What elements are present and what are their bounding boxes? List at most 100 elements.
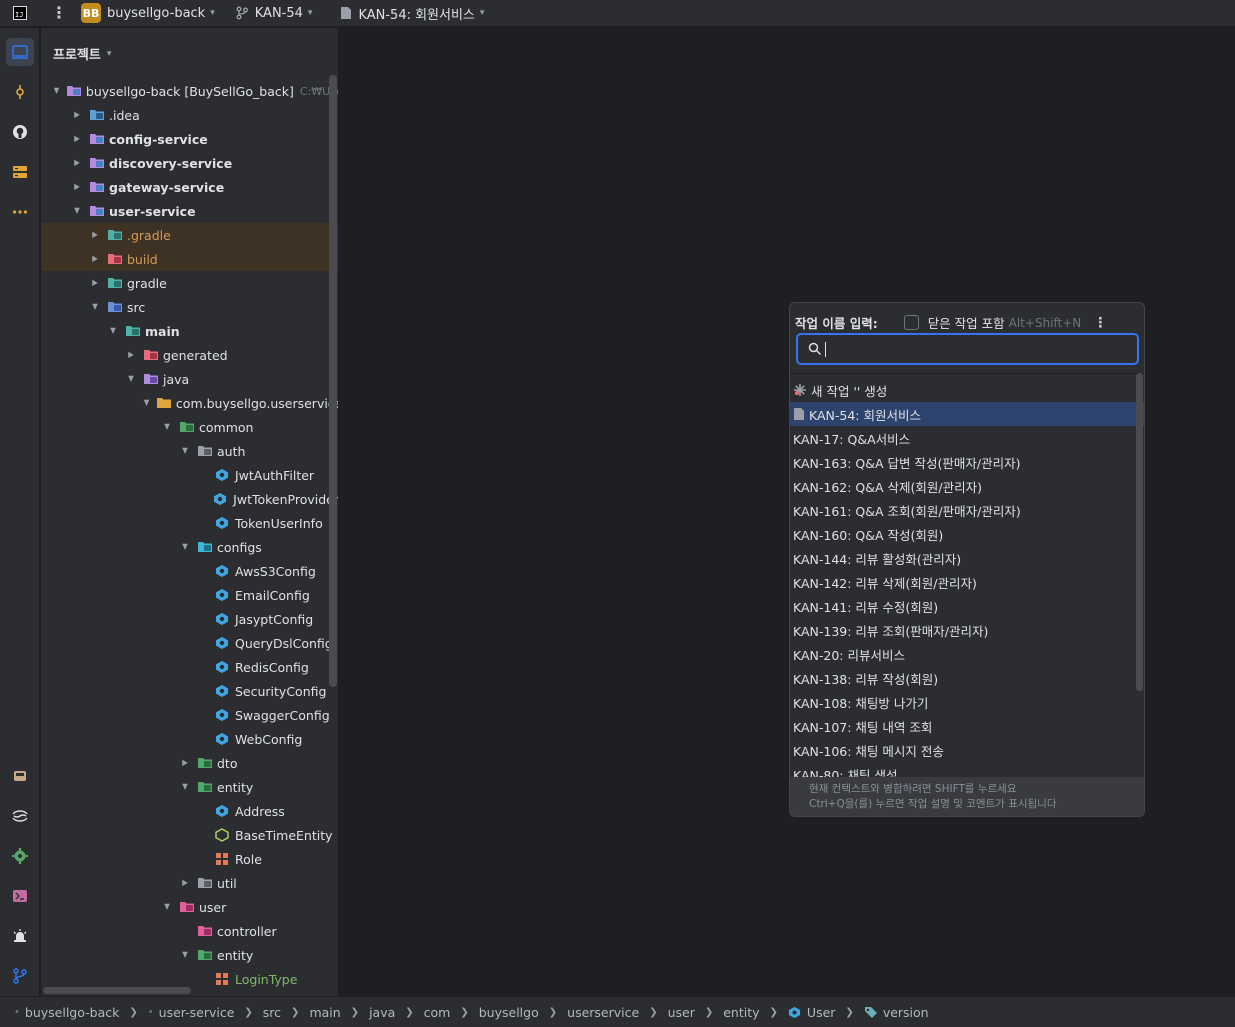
tree-node[interactable]: ▼ entity [41,775,338,799]
tree-node[interactable]: ▶ util [41,871,338,895]
task-list-item[interactable]: KAN-20: 리뷰서비스 [790,642,1144,666]
tree-node[interactable]: ▶ .idea [41,103,338,127]
tree-node[interactable]: ▼ main [41,319,338,343]
project-vertical-scrollbar[interactable] [329,75,337,687]
breadcrumb-item[interactable]: main [309,1005,340,1020]
tree-node[interactable]: controller [41,919,338,943]
problems-tool-icon[interactable] [6,922,34,950]
project-horizontal-scrollbar[interactable] [43,987,191,994]
task-list-item[interactable]: KAN-161: Q&A 조회(회원/판매자/관리자) [790,498,1144,522]
breadcrumb-item[interactable]: com [424,1005,451,1020]
breadcrumb-item[interactable]: entity [723,1005,759,1020]
task-list-item[interactable]: 새 작업 '' 생성 [790,378,1144,402]
breadcrumb-item[interactable]: version [864,1005,929,1020]
chevron-right-icon[interactable]: ▶ [126,351,136,360]
breadcrumb-item[interactable]: • user-service [148,1005,235,1020]
chevron-right-icon[interactable]: ▶ [180,759,190,768]
endpoints-tool-icon[interactable] [6,802,34,830]
task-list-item[interactable]: KAN-106: 채팅 메시지 전송 [790,738,1144,762]
chevron-down-icon[interactable]: ▼ [72,207,82,216]
task-list-item[interactable]: KAN-138: 리뷰 작성(회원) [790,666,1144,690]
services-tool-icon[interactable] [6,158,34,186]
task-list-item[interactable]: KAN-108: 채팅방 나가기 [790,690,1144,714]
tree-node[interactable]: SecurityConfig [41,679,338,703]
task-search-input[interactable] [796,333,1139,365]
task-list-item[interactable]: KAN-107: 채팅 내역 조회 [790,714,1144,738]
chevron-right-icon[interactable]: ▶ [72,135,82,144]
chevron-down-icon[interactable]: ▼ [162,423,172,432]
include-closed-checkbox[interactable] [903,315,919,330]
task-list-item[interactable]: KAN-144: 리뷰 활성화(관리자) [790,546,1144,570]
chevron-right-icon[interactable]: ▶ [90,279,100,288]
project-tool-icon[interactable] [6,38,34,66]
tree-node[interactable]: ▶ build [41,247,338,271]
git-tool-icon[interactable] [6,962,34,990]
task-list-item[interactable]: KAN-139: 리뷰 조회(판매자/관리자) [790,618,1144,642]
task-list-item[interactable]: KAN-17: Q&A서비스 [790,426,1144,450]
tree-node[interactable]: ▼buysellgo-back [BuySellGo_back]C:₩Users… [41,79,338,103]
task-list-scrollbar[interactable] [1136,373,1143,691]
tree-node[interactable]: TokenUserInfo [41,511,338,535]
chevron-down-icon[interactable]: ▼ [162,903,172,912]
chevron-right-icon[interactable]: ▶ [90,255,100,264]
tree-node[interactable]: ▼ entity [41,943,338,967]
breadcrumb-item[interactable]: User [788,1005,835,1020]
terminal-tool-icon[interactable] [6,882,34,910]
chevron-down-icon[interactable]: ▼ [144,399,150,408]
tree-node[interactable]: ▶ gradle [41,271,338,295]
chevron-down-icon[interactable]: ▼ [108,327,118,336]
task-list-item[interactable]: KAN-163: Q&A 답변 작성(판매자/관리자) [790,450,1144,474]
tree-node[interactable]: ▼ user-service [41,199,338,223]
tree-node[interactable]: JwtAuthFilter [41,463,338,487]
tree-node[interactable]: EmailConfig [41,583,338,607]
task-switcher[interactable]: KAN-54: 회원서비스 ▾ [340,4,484,23]
chevron-down-icon[interactable]: ▼ [180,783,190,792]
tree-node[interactable]: JwtTokenProvider [41,487,338,511]
chevron-right-icon[interactable]: ▶ [90,231,100,240]
task-list-item[interactable]: KAN-54: 회원서비스 [790,402,1144,426]
chevron-right-icon[interactable]: ▶ [180,879,190,888]
tree-node[interactable]: ▼ configs [41,535,338,559]
task-list-item[interactable]: KAN-162: Q&A 삭제(회원/관리자) [790,474,1144,498]
task-list-item[interactable]: KAN-80: 채팅 생성 [790,762,1144,778]
tree-node[interactable]: ▶ gateway-service [41,175,338,199]
database-tool-icon[interactable] [6,762,34,790]
more-tools-icon[interactable] [6,198,34,226]
tree-node[interactable]: ▼ common [41,415,338,439]
branch-switcher[interactable]: KAN-54 ▾ [235,6,312,21]
chevron-down-icon[interactable]: ▼ [180,447,190,456]
tree-node[interactable]: ▶ discovery-service [41,151,338,175]
task-list-item[interactable]: KAN-160: Q&A 작성(회원) [790,522,1144,546]
tree-node[interactable]: SwaggerConfig [41,703,338,727]
tree-node[interactable]: ▶ dto [41,751,338,775]
tree-node[interactable]: ▼ auth [41,439,338,463]
task-list-item[interactable]: KAN-141: 리뷰 수정(회원) [790,594,1144,618]
tree-node[interactable]: Address [41,799,338,823]
chevron-right-icon[interactable]: ▶ [72,159,82,168]
main-menu-icon[interactable]: ⋮ [51,5,67,21]
include-closed-label[interactable]: 닫은 작업 포함 [928,313,1005,332]
task-list-item[interactable]: KAN-142: 리뷰 삭제(회원/관리자) [790,570,1144,594]
chevron-right-icon[interactable]: ▶ [72,183,82,192]
chevron-right-icon[interactable]: ▶ [72,111,82,120]
breadcrumb-item[interactable]: user [668,1005,695,1020]
tree-node[interactable]: ▼ com.buysellgo.userservice [41,391,338,415]
tree-node[interactable]: RedisConfig [41,655,338,679]
breadcrumb-item[interactable]: • buysellgo-back [14,1005,119,1020]
chevron-down-icon[interactable]: ▼ [180,543,190,552]
project-panel-header[interactable]: 프로젝트 ▾ [53,44,111,63]
project-switcher[interactable]: BB buysellgo-back ▾ [81,3,215,23]
tree-node[interactable]: ▶ generated [41,343,338,367]
tree-node[interactable]: JasyptConfig [41,607,338,631]
tree-node[interactable]: BaseTimeEntity [41,823,338,847]
tree-node[interactable]: WebConfig [41,727,338,751]
tree-node[interactable]: ▼ user [41,895,338,919]
more-options-icon[interactable]: ⋮ [1093,315,1107,331]
tree-node[interactable]: ▼ java [41,367,338,391]
github-icon[interactable] [6,118,34,146]
chevron-down-icon[interactable]: ▼ [90,303,100,312]
breadcrumb-item[interactable]: java [369,1005,395,1020]
commit-tool-icon[interactable] [6,78,34,106]
tree-node[interactable]: AwsS3Config [41,559,338,583]
tree-node[interactable]: ▶ config-service [41,127,338,151]
